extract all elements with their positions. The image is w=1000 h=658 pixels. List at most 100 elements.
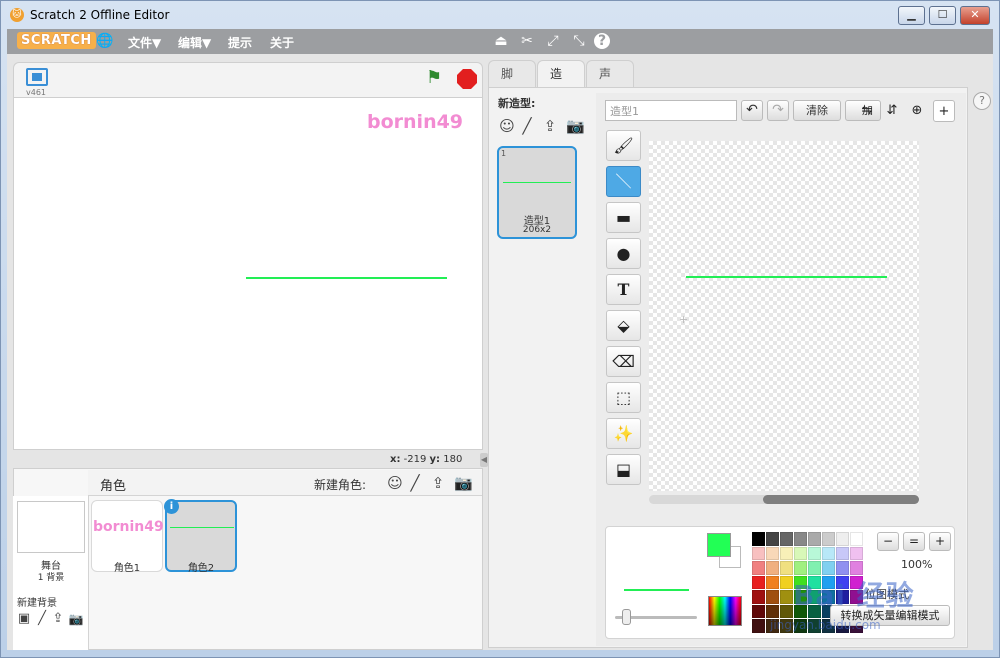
palette-swatch[interactable] — [808, 546, 821, 560]
menu-edit[interactable]: 编辑▼ — [178, 34, 211, 51]
palette-swatch[interactable] — [752, 590, 765, 604]
stage-text-sprite[interactable]: bornin49 — [367, 111, 463, 133]
paint-new-sprite-icon[interactable]: ╱ — [406, 474, 424, 492]
text-tool-icon[interactable]: T — [606, 274, 641, 305]
palette-swatch[interactable] — [794, 561, 807, 575]
stage-line-sprite[interactable] — [246, 277, 447, 279]
slider-handle[interactable] — [622, 609, 631, 625]
help-icon[interactable]: ? — [594, 33, 610, 49]
menu-tips[interactable]: 提示 — [228, 34, 252, 51]
maximize-button[interactable]: ☐ — [929, 6, 956, 25]
canvas-line-shape[interactable] — [686, 276, 887, 278]
collapse-arrow-icon[interactable]: ◀ — [480, 453, 488, 467]
palette-swatch[interactable] — [780, 546, 793, 560]
backdrop-library-icon[interactable]: ▣ — [15, 610, 33, 628]
tab-scripts[interactable]: 脚本 — [488, 60, 536, 107]
palette-swatch[interactable] — [752, 575, 765, 589]
palette-swatch[interactable] — [766, 532, 779, 546]
presentation-mode-icon[interactable] — [26, 68, 48, 86]
palette-swatch[interactable] — [794, 546, 807, 560]
palette-swatch[interactable] — [808, 532, 821, 546]
palette-swatch[interactable] — [780, 561, 793, 575]
crosshair-icon[interactable]: + — [933, 100, 955, 122]
palette-swatch[interactable] — [836, 561, 849, 575]
costume-library-icon[interactable]: ☺ — [498, 117, 516, 135]
palette-swatch[interactable] — [752, 532, 765, 546]
magic-wand-tool-icon[interactable]: ✨ — [606, 418, 641, 449]
stage-canvas[interactable] — [13, 97, 483, 450]
upload-backdrop-icon[interactable]: ⇪ — [49, 610, 67, 628]
zoom-reset-button[interactable]: = — [903, 532, 925, 551]
sprite-thumbnail-text: bornin49 — [93, 519, 164, 535]
palette-swatch[interactable] — [850, 546, 863, 560]
scratch-logo[interactable]: SCRATCH — [17, 32, 96, 49]
grow-icon[interactable]: ⤢ — [544, 32, 562, 50]
costume-name-input[interactable] — [605, 100, 737, 121]
undo-button[interactable]: ↶ — [741, 100, 763, 121]
palette-swatch[interactable] — [766, 604, 779, 618]
palette-swatch[interactable] — [752, 604, 765, 618]
tab-costumes[interactable]: 造型 — [537, 60, 585, 107]
upload-sprite-icon[interactable]: ⇪ — [429, 474, 447, 492]
palette-swatch[interactable] — [780, 604, 793, 618]
backdrop-camera-icon[interactable]: 📷 — [67, 610, 85, 628]
redo-button[interactable]: ↷ — [767, 100, 789, 121]
palette-swatch[interactable] — [808, 561, 821, 575]
palette-swatch[interactable] — [822, 546, 835, 560]
close-button[interactable]: ✕ — [960, 6, 990, 25]
palette-swatch[interactable] — [836, 532, 849, 546]
palette-swatch[interactable] — [850, 561, 863, 575]
palette-swatch[interactable] — [752, 561, 765, 575]
palette-swatch[interactable] — [752, 546, 765, 560]
stop-sign-icon[interactable] — [457, 69, 477, 89]
palette-swatch[interactable] — [822, 532, 835, 546]
scrollbar-thumb[interactable] — [763, 495, 919, 504]
costume-camera-icon[interactable]: 📷 — [566, 117, 585, 135]
paint-canvas[interactable] — [649, 141, 919, 491]
cut-icon[interactable]: ✂ — [518, 32, 536, 50]
palette-swatch[interactable] — [836, 546, 849, 560]
select-tool-icon[interactable]: ⬚ — [606, 382, 641, 413]
flip-horizontal-icon[interactable]: ⇋ — [856, 100, 878, 122]
upload-costume-icon[interactable]: ⇪ — [541, 117, 559, 135]
brush-tool-icon[interactable]: 🖌 — [606, 130, 641, 161]
palette-swatch[interactable] — [766, 546, 779, 560]
minimize-button[interactable]: ▁ — [898, 6, 925, 25]
fill-tool-icon[interactable]: ⬙ — [606, 310, 641, 341]
info-icon[interactable]: i — [164, 499, 179, 514]
clear-button[interactable]: 清除 — [793, 100, 841, 121]
set-center-icon[interactable]: ⊕ — [906, 100, 928, 122]
stamp-tool-icon[interactable]: ⬓ — [606, 454, 641, 485]
paint-new-costume-icon[interactable]: ╱ — [518, 117, 536, 135]
color-picker-spectrum[interactable] — [708, 596, 742, 626]
zoom-in-button[interactable]: + — [929, 532, 951, 551]
sprite-library-icon[interactable]: ☺ — [386, 474, 404, 492]
palette-swatch[interactable] — [766, 590, 779, 604]
palette-swatch[interactable] — [794, 532, 807, 546]
palette-swatch[interactable] — [766, 575, 779, 589]
rectangle-tool-icon[interactable]: ▬ — [606, 202, 641, 233]
stage-thumbnail[interactable] — [17, 501, 85, 553]
duplicate-icon[interactable]: ⏏ — [492, 32, 510, 50]
camera-icon[interactable]: 📷 — [454, 474, 473, 492]
zoom-out-button[interactable]: − — [877, 532, 899, 551]
primary-color-swatch[interactable] — [707, 533, 731, 557]
help-question-icon[interactable]: ? — [973, 92, 991, 110]
flip-vertical-icon[interactable]: ⇵ — [881, 100, 903, 122]
menu-about[interactable]: 关于 — [270, 34, 294, 51]
palette-swatch[interactable] — [822, 561, 835, 575]
ellipse-tool-icon[interactable]: ● — [606, 238, 641, 269]
palette-swatch[interactable] — [780, 590, 793, 604]
palette-swatch[interactable] — [780, 532, 793, 546]
palette-swatch[interactable] — [766, 561, 779, 575]
green-flag-icon[interactable]: ⚑ — [426, 68, 446, 88]
palette-swatch[interactable] — [780, 575, 793, 589]
palette-swatch[interactable] — [752, 619, 765, 633]
eraser-tool-icon[interactable]: ⌫ — [606, 346, 641, 377]
shrink-icon[interactable]: ⤡ — [570, 32, 588, 50]
language-globe-icon[interactable]: 🌐 — [96, 32, 114, 50]
line-tool-icon[interactable]: ＼ — [606, 166, 641, 197]
menu-file[interactable]: 文件▼ — [128, 34, 161, 51]
tab-sounds[interactable]: 声音 — [586, 60, 634, 107]
palette-swatch[interactable] — [850, 532, 863, 546]
